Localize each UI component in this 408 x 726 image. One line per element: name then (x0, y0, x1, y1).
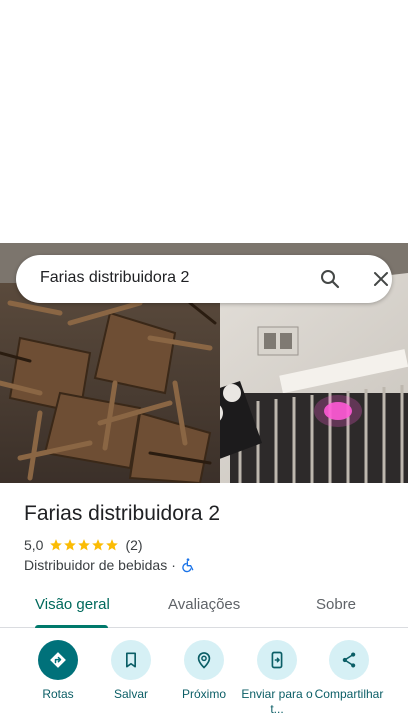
search-query[interactable]: Farias distribuidora 2 (40, 269, 189, 287)
save-label: Salvar (113, 687, 148, 701)
star-icon (106, 539, 119, 551)
share-icon (342, 652, 356, 668)
share-label: Compartilhar (314, 687, 384, 701)
directions-button[interactable]: Rotas (18, 640, 98, 702)
directions-label: Rotas (42, 687, 74, 701)
map-blank-area (0, 0, 408, 243)
save-button[interactable]: Salvar (91, 640, 171, 702)
directions-icon (50, 652, 66, 668)
action-bar: Rotas Salvar Próximo Enviar para o t... (0, 640, 408, 726)
rating-row[interactable]: 5,0 (2) (24, 536, 143, 554)
rating-stars (49, 538, 119, 552)
nearby-label: Próximo (181, 687, 226, 701)
search-icon[interactable] (318, 267, 342, 291)
save-button-circle[interactable] (111, 640, 151, 680)
search-bar[interactable]: Farias distribuidora 2 (16, 255, 392, 303)
place-tabs: Visão geral Avaliações Sobre (0, 584, 408, 628)
star-icon (78, 539, 91, 551)
nearby-button[interactable]: Próximo (164, 640, 244, 702)
tab-overview[interactable]: Visão geral (35, 596, 110, 613)
star-icon (64, 539, 77, 551)
send-to-phone-icon (271, 651, 283, 669)
tab-reviews[interactable]: Avaliações (168, 596, 240, 613)
bookmark-icon (126, 652, 136, 668)
wheelchair-accessible-icon (182, 558, 194, 573)
close-icon[interactable] (369, 267, 393, 291)
send-to-phone-button[interactable]: Enviar para o t... (237, 640, 317, 717)
send-to-phone-button-circle[interactable] (257, 640, 297, 680)
nearby-icon (197, 652, 211, 669)
share-button[interactable]: Compartilhar (309, 640, 389, 702)
star-icon (50, 539, 63, 551)
share-button-circle[interactable] (329, 640, 369, 680)
directions-button-circle[interactable] (38, 640, 78, 680)
separator-dot: · (171, 557, 176, 573)
tab-about[interactable]: Sobre (316, 596, 356, 613)
nearby-button-circle[interactable] (184, 640, 224, 680)
send-to-phone-label: Enviar para o t... (241, 687, 313, 716)
review-count[interactable]: (2) (125, 537, 142, 553)
star-icon (92, 539, 105, 551)
rating-value: 5,0 (24, 537, 44, 553)
category-row: Distribuidor de bebidas · (24, 556, 196, 574)
active-tab-indicator (35, 625, 108, 628)
place-category: Distribuidor de bebidas (24, 557, 168, 573)
place-title: Farias distribuidora 2 (24, 502, 221, 525)
